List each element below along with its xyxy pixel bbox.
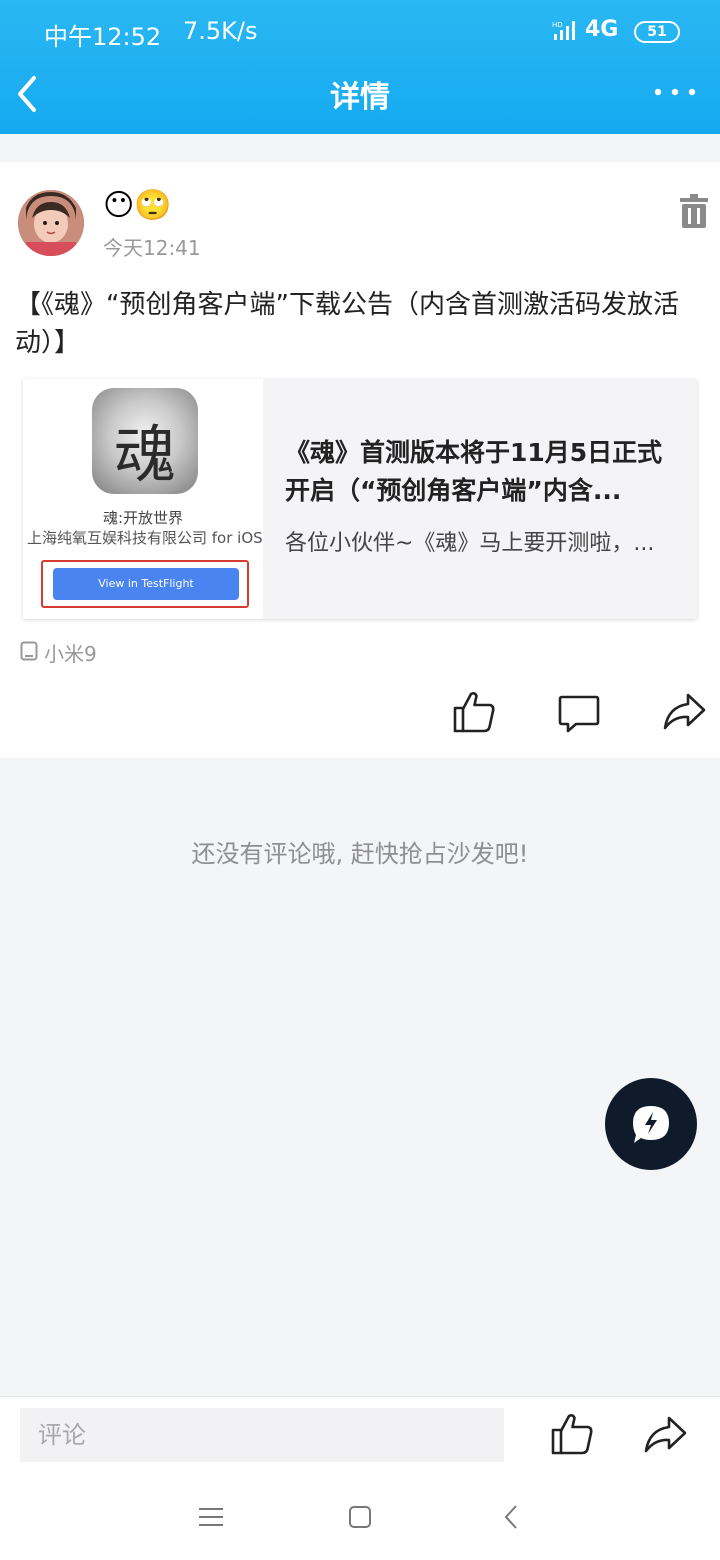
- flash-comment-icon: [633, 1106, 669, 1143]
- thumbs-up-icon[interactable]: [452, 690, 496, 734]
- menu-icon[interactable]: [196, 1504, 226, 1530]
- share-icon[interactable]: [662, 692, 706, 732]
- app-icon: 魂: [92, 388, 198, 494]
- link-title: 《魂》首测版本将于11月5日正式开启（“预创角客户端”内含...: [285, 438, 663, 505]
- author-name[interactable]: 😶🙄: [103, 188, 172, 223]
- post-title: 【《魂》“预创角客户端”下载公告（内含首测激活码发放活动）】: [15, 290, 679, 358]
- system-nav-bar: [0, 1474, 720, 1560]
- empty-comments-text: 还没有评论哦, 赶快抢占沙发吧!: [191, 840, 529, 868]
- status-network: 4G: [585, 17, 619, 42]
- battery-indicator: 51: [634, 21, 680, 43]
- link-thumbnail: 魂 魂:开放世界 上海纯氧互娱科技有限公司 for iOS View in Te…: [23, 379, 263, 619]
- app-company: 上海纯氧互娱科技有限公司 for iOS: [27, 529, 263, 547]
- app-header: 中午12:52 7.5K/s HD 4G 51 详情: [0, 0, 720, 134]
- quick-comment-button[interactable]: [605, 1078, 697, 1170]
- signal-icon: HD: [552, 21, 575, 40]
- post-card: 😶🙄 今天12:41 【《魂》“预创角客户端”下载公告（内含首测激活码发放活动）…: [0, 162, 720, 758]
- testflight-button: View in TestFlight: [53, 568, 239, 600]
- more-dots-icon[interactable]: [650, 72, 700, 112]
- comment-bar: [0, 1396, 720, 1474]
- phone-icon: [20, 641, 38, 661]
- status-net-speed: 7.5K/s: [183, 17, 258, 45]
- share-icon[interactable]: [643, 1415, 687, 1455]
- status-bar: 中午12:52 7.5K/s HD 4G 51: [0, 0, 720, 64]
- back-chevron-icon[interactable]: [500, 1502, 522, 1532]
- comment-icon[interactable]: [558, 694, 600, 734]
- device-label: 小米9: [44, 642, 97, 666]
- svg-text:HD: HD: [552, 21, 563, 29]
- app-name: 魂:开放世界: [102, 509, 184, 527]
- avatar-image: [18, 190, 84, 256]
- comment-input[interactable]: [20, 1408, 504, 1462]
- status-time: 中午12:52: [44, 23, 162, 51]
- link-description: 各位小伙伴~《魂》马上要开测啦，...: [285, 531, 655, 556]
- thumbs-up-icon[interactable]: [550, 1412, 594, 1456]
- home-square-icon[interactable]: [347, 1504, 373, 1530]
- link-preview-card[interactable]: 魂 魂:开放世界 上海纯氧互娱科技有限公司 for iOS View in Te…: [23, 379, 697, 619]
- app-icon-glyph: 魂: [113, 418, 176, 491]
- nav-bar: 详情: [0, 64, 720, 134]
- avatar[interactable]: [18, 190, 84, 256]
- page-title: 详情: [330, 80, 390, 115]
- trash-icon[interactable]: [680, 194, 708, 228]
- post-time: 今天12:41: [103, 236, 201, 260]
